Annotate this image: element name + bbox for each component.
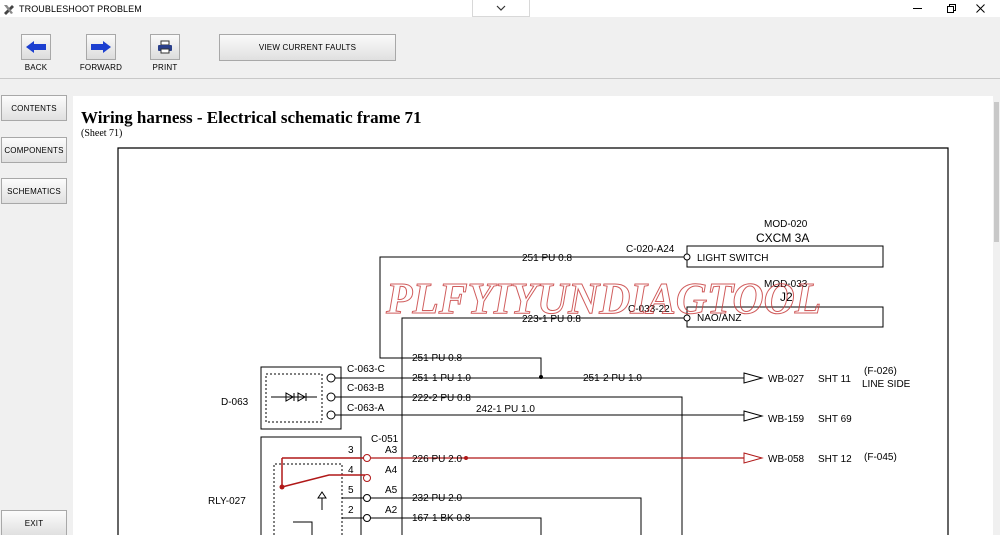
close-icon: [975, 4, 985, 13]
f045-label: (F-045): [864, 452, 897, 463]
f026-label: (F-026): [864, 366, 897, 377]
lineside-label: LINE SIDE: [862, 379, 911, 390]
arrow-left-icon: [26, 41, 46, 53]
a5-label: A5: [385, 485, 398, 496]
wire-251-2-label: 251-2 PU 1.0: [583, 373, 642, 384]
pin3-label: 3: [348, 445, 354, 456]
minimize-icon: [912, 8, 922, 9]
nav-components-button[interactable]: COMPONENTS: [1, 137, 67, 163]
title-bar: TROUBLESHOOT PROBLEM: [0, 0, 1000, 17]
window-title: TROUBLESHOOT PROBLEM: [19, 3, 142, 14]
c051-label: C-051: [371, 434, 399, 445]
close-button[interactable]: [966, 0, 994, 17]
print-label: PRINT: [152, 63, 178, 72]
forward-label: FORWARD: [79, 63, 123, 72]
sht12-label: SHT 12: [818, 454, 852, 465]
print-tool[interactable]: PRINT: [130, 34, 200, 72]
d063-pin-b: [326, 392, 336, 402]
a3-label: A3: [385, 445, 398, 456]
schematic-viewer: Wiring harness - Electrical schematic fr…: [73, 96, 993, 535]
d063-pin-c: [326, 373, 336, 383]
c051-pin-a5: [363, 494, 371, 502]
schematic-frame: [117, 147, 949, 535]
mod020-pin: LIGHT SWITCH: [697, 253, 768, 264]
wb159-label: WB-159: [768, 414, 805, 425]
c051-pin-a3: [363, 454, 371, 462]
minimize-button[interactable]: [903, 0, 931, 17]
d063-label: D-063: [221, 397, 249, 408]
pin5-label: 5: [348, 485, 354, 496]
nav-schematics-button[interactable]: SCHEMATICS: [1, 178, 67, 204]
back-label: BACK: [24, 63, 48, 72]
toolbar: BACK FORWARD PRINT VIEW CURRENT FAULTS: [0, 17, 1000, 79]
scrollbar-thumb[interactable]: [994, 102, 999, 242]
chevron-down-icon: [496, 5, 506, 11]
wire-222-label: 222-2 PU 0.8: [412, 393, 471, 404]
restore-icon: [946, 4, 956, 13]
restore-button[interactable]: [937, 0, 965, 17]
printer-icon: [158, 40, 172, 54]
rly027-box: [260, 436, 362, 535]
app-tools-icon: [3, 3, 15, 15]
forward-button[interactable]: [86, 34, 116, 60]
vertical-scrollbar[interactable]: [993, 96, 1000, 535]
c063b-label: C-063-B: [347, 383, 385, 394]
wire-232-label: 232 PU 2.0: [412, 493, 462, 504]
wire-251-mid-label: 251 PU 0.8: [412, 353, 462, 364]
forward-tool[interactable]: FORWARD: [66, 34, 136, 72]
nav-contents-button[interactable]: CONTENTS: [1, 95, 67, 121]
junction-dot: [539, 375, 543, 379]
arrow-right-icon: [91, 41, 111, 53]
left-nav: CONTENTS COMPONENTS SCHEMATICS EXIT: [0, 80, 72, 535]
wire-242-label: 242-1 PU 1.0: [476, 404, 535, 415]
print-button[interactable]: [150, 34, 180, 60]
back-tool[interactable]: BACK: [1, 34, 71, 72]
view-current-faults-button[interactable]: VIEW CURRENT FAULTS: [219, 34, 396, 61]
wb027-arrow: [743, 372, 764, 384]
mod020-terminal: [683, 253, 691, 261]
wb058-label: WB-058: [768, 454, 805, 465]
sht11-label: SHT 11: [818, 374, 851, 385]
wire-251-1-label: 251-1 PU 1.0: [412, 373, 471, 384]
collapse-button[interactable]: [472, 0, 530, 17]
wb027-label: WB-027: [768, 374, 805, 385]
sht69-label: SHT 69: [818, 414, 852, 425]
a4-label: A4: [385, 465, 398, 476]
wiring-schematic: MOD-020 CXCM 3A LIGHT SWITCH C-020-A24 M…: [117, 147, 949, 535]
wire-226-label: 226 PU 2.0: [412, 454, 462, 465]
mod020-name: CXCM 3A: [756, 231, 809, 245]
nav-exit-button[interactable]: EXIT: [1, 510, 67, 535]
d063-pin-a: [326, 410, 336, 420]
diode-symbol: [271, 392, 317, 402]
watermark: PLFYIYUNDIAGTOOL: [385, 275, 821, 323]
mod020-id: MOD-020: [764, 219, 808, 230]
rly027-label: RLY-027: [208, 496, 246, 507]
wb159-arrow: [743, 410, 764, 422]
back-button[interactable]: [21, 34, 51, 60]
pin2-label: 2: [348, 505, 354, 516]
c063c-label: C-063-C: [347, 364, 385, 375]
wire-251-top-label: 251 PU 0.8: [522, 253, 572, 264]
a2-label: A2: [385, 505, 398, 516]
wb058-arrow: [743, 452, 764, 464]
mod020-connector: C-020-A24: [626, 244, 675, 255]
c051-pin-a2: [363, 514, 371, 522]
wire-167-label: 167-1 BK 0.8: [412, 513, 471, 524]
c051-pin-a4: [363, 474, 371, 482]
c063a-label: C-063-A: [347, 403, 385, 414]
